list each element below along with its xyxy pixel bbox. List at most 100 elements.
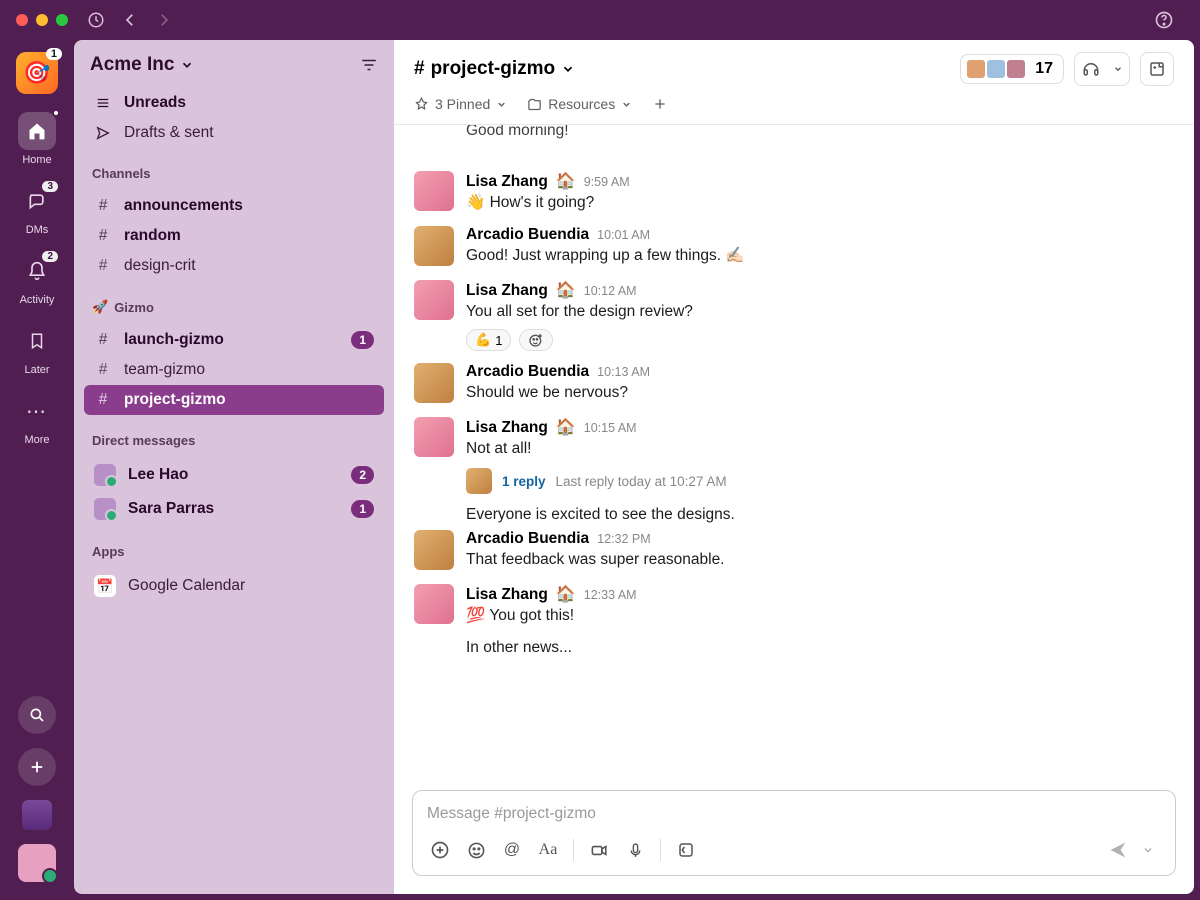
message-author[interactable]: Lisa Zhang bbox=[466, 282, 548, 300]
rail-activity[interactable]: Activity 2 bbox=[0, 252, 74, 306]
resources-button[interactable]: Resources bbox=[527, 96, 632, 112]
channel-name-menu[interactable]: # project-gizmo bbox=[414, 58, 575, 80]
activity-badge: 2 bbox=[40, 249, 60, 264]
close-window[interactable] bbox=[16, 14, 28, 26]
add-reaction-button[interactable] bbox=[519, 329, 553, 351]
rail-later[interactable]: Later bbox=[0, 322, 74, 376]
apps-heading: Apps bbox=[74, 530, 394, 565]
minimize-window[interactable] bbox=[36, 14, 48, 26]
message-author[interactable]: Lisa Zhang bbox=[466, 173, 548, 191]
sidebar-unreads[interactable]: Unreads bbox=[84, 88, 384, 118]
video-icon[interactable] bbox=[584, 835, 614, 865]
message-continuation: In other news... bbox=[414, 639, 1174, 657]
message-text: Not at all! bbox=[466, 438, 1174, 460]
message-text: 👋 How's it going? bbox=[466, 192, 1174, 214]
forward-icon[interactable] bbox=[150, 6, 178, 34]
message[interactable]: Lisa Zhang🏠9:59 AM👋 How's it going? bbox=[414, 165, 1174, 220]
sidebar-drafts[interactable]: Drafts & sent bbox=[84, 118, 384, 148]
message-author[interactable]: Arcadio Buendia bbox=[466, 226, 589, 244]
message-avatar[interactable] bbox=[414, 363, 454, 403]
message-continuation: Everyone is excited to see the designs. bbox=[414, 506, 1174, 524]
maximize-window[interactable] bbox=[56, 14, 68, 26]
dms-heading: Direct messages bbox=[74, 419, 394, 454]
pinned-button[interactable]: 3 Pinned bbox=[414, 96, 507, 112]
message-author[interactable]: Arcadio Buendia bbox=[466, 530, 589, 548]
channel-sidebar: Acme Inc Unreads Drafts & sent Channels … bbox=[74, 40, 394, 894]
message-time: 12:32 PM bbox=[597, 532, 651, 546]
message-text: Good! Just wrapping up a few things. ✍🏻 bbox=[466, 245, 1174, 267]
huddle-button[interactable] bbox=[1074, 52, 1130, 86]
channels-heading: Channels bbox=[74, 152, 394, 187]
workspace-badge: 1 bbox=[46, 48, 62, 60]
back-icon[interactable] bbox=[116, 6, 144, 34]
shortcuts-icon[interactable] bbox=[671, 835, 701, 865]
channel-launch-gizmo[interactable]: #launch-gizmo1 bbox=[84, 325, 384, 355]
message-avatar[interactable] bbox=[414, 584, 454, 624]
channel-random[interactable]: #random bbox=[84, 221, 384, 251]
rail-home[interactable]: Home bbox=[0, 112, 74, 166]
channel-team-gizmo[interactable]: #team-gizmo bbox=[84, 355, 384, 385]
rail-later-label: Later bbox=[24, 364, 49, 376]
message[interactable]: Lisa Zhang🏠10:15 AMNot at all!1 replyLas… bbox=[414, 411, 1174, 500]
dm-sara-parras[interactable]: Sara Parras1 bbox=[84, 492, 384, 526]
canvas-button[interactable] bbox=[1140, 52, 1174, 86]
message-time: 10:13 AM bbox=[597, 365, 650, 379]
gizmo-heading[interactable]: 🚀 Gizmo bbox=[74, 285, 394, 321]
message-author[interactable]: Lisa Zhang bbox=[466, 419, 548, 437]
message[interactable]: Arcadio Buendia 10:13 AM Should we be nerv… bbox=[414, 357, 1174, 410]
rail-home-label: Home bbox=[22, 154, 51, 166]
compose-button[interactable] bbox=[18, 748, 56, 786]
rail-activity-label: Activity bbox=[20, 294, 55, 306]
format-icon[interactable]: Aa bbox=[533, 835, 563, 865]
message-time: 12:33 AM bbox=[584, 588, 637, 602]
reaction[interactable]: 💪 1 bbox=[466, 329, 511, 351]
window-controls bbox=[16, 14, 68, 26]
channel-project-gizmo[interactable]: #project-gizmo bbox=[84, 385, 384, 415]
rail-more[interactable]: ⋯ More bbox=[0, 392, 74, 446]
search-button[interactable] bbox=[18, 696, 56, 734]
members-button[interactable]: 17 bbox=[960, 54, 1064, 84]
attach-icon[interactable] bbox=[425, 835, 455, 865]
message-avatar[interactable] bbox=[414, 226, 454, 266]
dm-lee-hao[interactable]: Lee Hao2 bbox=[84, 458, 384, 492]
workspace-menu[interactable]: Acme Inc bbox=[90, 54, 194, 76]
message[interactable]: Arcadio Buendia12:32 PMThat feedback was… bbox=[414, 524, 1174, 577]
workspace-switcher[interactable]: 🎯1 bbox=[16, 52, 58, 94]
history-icon[interactable] bbox=[82, 6, 110, 34]
user-avatar[interactable] bbox=[18, 844, 56, 882]
nav-rail: 🎯1 Home DMs 3 Activity 2 Later ⋯ More bbox=[0, 40, 74, 900]
message-avatar[interactable] bbox=[414, 417, 454, 457]
main-panel: # project-gizmo 17 3 Pinned Resources Go… bbox=[394, 40, 1194, 894]
message-input[interactable] bbox=[425, 801, 1163, 835]
message[interactable]: Arcadio Buendia 10:01 AM Good! Just wrappi… bbox=[414, 220, 1174, 273]
message-author[interactable]: Arcadio Buendia bbox=[466, 363, 589, 381]
emoji-icon[interactable] bbox=[461, 835, 491, 865]
secondary-workspace-icon[interactable] bbox=[22, 800, 52, 830]
channel-design-crit[interactable]: #design-crit bbox=[84, 251, 384, 281]
message-avatar[interactable] bbox=[414, 530, 454, 570]
message-list: Good morning!Lisa Zhang🏠9:59 AM👋 How's i… bbox=[394, 125, 1194, 782]
message-avatar[interactable] bbox=[414, 171, 454, 211]
thread-summary[interactable]: 1 replyLast reply today at 10:27 AM bbox=[466, 468, 1174, 494]
message[interactable]: Lisa Zhang🏠12:33 AM💯 You got this! bbox=[414, 578, 1174, 633]
send-options-icon[interactable] bbox=[1133, 835, 1163, 865]
audio-icon[interactable] bbox=[620, 835, 650, 865]
message[interactable]: Lisa Zhang🏠10:12 AMYou all set for the d… bbox=[414, 274, 1174, 357]
status-emoji: 🏠 bbox=[556, 171, 576, 191]
member-count: 17 bbox=[1035, 60, 1053, 78]
add-bookmark-button[interactable] bbox=[652, 96, 668, 112]
send-button[interactable] bbox=[1103, 835, 1133, 865]
channel-announcements[interactable]: #announcements bbox=[84, 191, 384, 221]
message-avatar[interactable] bbox=[414, 280, 454, 320]
filter-icon[interactable] bbox=[360, 56, 378, 74]
rail-dms-label: DMs bbox=[26, 224, 49, 236]
help-icon[interactable] bbox=[1150, 6, 1178, 34]
mention-icon[interactable]: @ bbox=[497, 835, 527, 865]
message-text: Should we be nervous? bbox=[466, 382, 1174, 404]
status-emoji: 🏠 bbox=[556, 584, 576, 604]
message-author[interactable]: Lisa Zhang bbox=[466, 586, 548, 604]
home-unread-dot bbox=[52, 109, 60, 117]
app-google-calendar[interactable]: 📅Google Calendar bbox=[84, 569, 384, 603]
rail-dms[interactable]: DMs 3 bbox=[0, 182, 74, 236]
message-time: 10:01 AM bbox=[597, 228, 650, 242]
